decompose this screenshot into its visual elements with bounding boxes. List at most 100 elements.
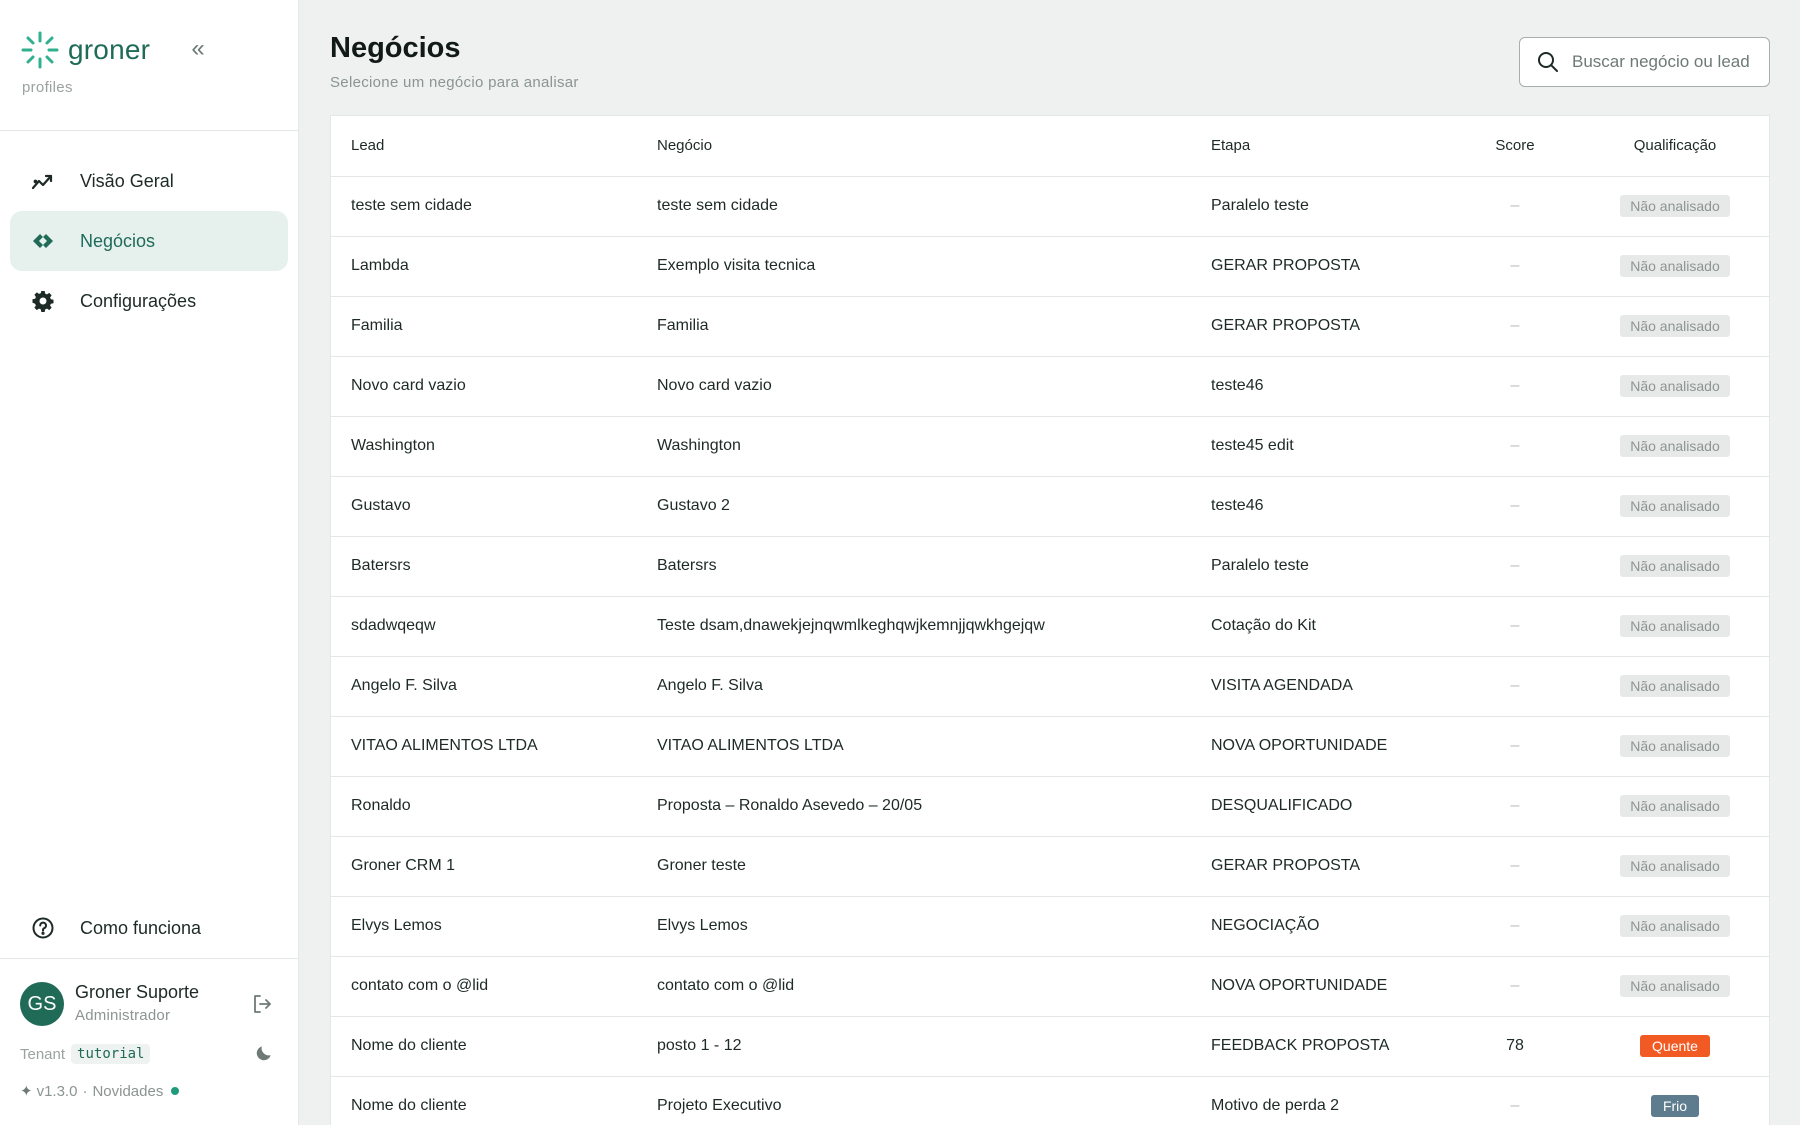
cell-qualificacao: Não analisado [1579,776,1769,837]
cell-negocio: VITAO ALIMENTOS LTDA [657,716,1211,777]
cell-lead: Gustavo [331,476,657,537]
cell-score: – [1451,836,1579,897]
version-separator: · [82,1082,88,1100]
column-header-lead[interactable]: Lead [331,116,657,177]
user-card: GS Groner Suporte Administrador [20,982,280,1028]
news-link[interactable]: Novidades [92,1083,163,1100]
collapse-sidebar-button[interactable]: « [186,34,210,64]
table-row[interactable]: Batersrs Batersrs Paralelo teste – Não anali… [331,536,1769,597]
sidebar-item-como-funciona[interactable]: Como funciona [10,898,288,958]
qualification-badge: Não analisado [1620,675,1730,697]
cell-qualificacao: Não analisado [1579,476,1769,537]
table-row[interactable]: Washington Washington teste45 edit – Não ana… [331,416,1769,477]
cell-qualificacao: Frio [1579,1076,1769,1125]
cell-qualificacao: Quente [1579,1016,1769,1077]
score-value: – [1510,797,1520,814]
qualification-badge: Não analisado [1620,495,1730,517]
logout-icon[interactable] [250,992,274,1016]
cell-etapa: DESQUALIFICADO [1211,776,1451,837]
tenant-label: Tenant [20,1045,66,1063]
brand-name: groner [68,34,151,65]
table-row[interactable]: Novo card vazio Novo card vazio teste46– Nã… [331,356,1769,417]
cell-score: – [1451,716,1579,777]
cell-lead: Novo card vazio [331,356,657,417]
score-value: – [1510,737,1520,754]
sidebar-divider [0,958,299,959]
table-row[interactable]: Familia Familia GERAR PROPOSTA – Não analisa… [331,296,1769,357]
sidebar-item-negocios[interactable]: Negócios [10,211,288,271]
table-row[interactable]: Nome do cliente Projeto Executivo Motivo d… [331,1076,1769,1125]
cell-etapa: teste46 [1211,476,1451,537]
version-info: ✦ v1.3.0 · Novidades [20,1082,180,1100]
table-row[interactable]: Groner CRM 1 Groner teste GERAR PROPOSTA – N… [331,836,1769,897]
cell-qualificacao: Não analisado [1579,896,1769,957]
table-row[interactable]: sdadwqeqw Teste dsam,dnawekjejnqwmlkeghqw… [331,596,1769,657]
cell-qualificacao: Não analisado [1579,296,1769,357]
table-row[interactable]: Elvys Lemos Elvys Lemos NEGOCIAÇÃO – Não ana… [331,896,1769,957]
cell-qualificacao: Não analisado [1579,656,1769,717]
sparkles-icon: ✦ [20,1083,33,1100]
cell-qualificacao: Não analisado [1579,836,1769,897]
column-header-score[interactable]: Score [1451,116,1579,177]
table-row[interactable]: VITAO ALIMENTOS LTDA VITAO ALIMENTOS LTDA… [331,716,1769,777]
cell-lead: Washington [331,416,657,477]
moon-icon[interactable] [254,1043,274,1063]
score-value: – [1510,1097,1520,1114]
cell-etapa: NOVA OPORTUNIDADE [1211,716,1451,777]
cell-score: – [1451,176,1579,237]
cell-lead: Nome do cliente [331,1076,657,1125]
score-value: 78 [1506,1037,1524,1054]
cell-negocio: posto 1 - 12 [657,1016,1211,1077]
score-value: – [1510,497,1520,514]
cell-negocio: Novo card vazio [657,356,1211,417]
cell-negocio: teste sem cidade [657,176,1211,237]
sidebar-item-configuracoes[interactable]: Configurações [10,271,288,331]
cell-negocio: Teste dsam,dnawekjejnqwmlkeghqwjkemnjjqw… [657,596,1211,657]
cell-lead: Elvys Lemos [331,896,657,957]
search-input[interactable] [1572,52,1757,72]
avatar[interactable]: GS [20,982,64,1026]
table-row[interactable]: Lambda Exemplo visita tecnica GERAR PROPOS… [331,236,1769,297]
table-row[interactable]: contato com o @lid contato com o @lid NOVA… [331,956,1769,1017]
tenant-info: Tenant tutorial [20,1044,151,1064]
cell-score: – [1451,536,1579,597]
search-box[interactable] [1519,37,1770,87]
cell-qualificacao: Não analisado [1579,716,1769,777]
table-row[interactable]: Nome do cliente posto 1 - 12 FEEDBACK PROP… [331,1016,1769,1077]
score-value: – [1510,617,1520,634]
table-header-row: Lead Negócio Etapa Score Qualificação [331,116,1769,177]
score-value: – [1510,197,1520,214]
column-header-qualificacao[interactable]: Qualificação [1579,116,1769,177]
table-row[interactable]: Angelo F. Silva Angelo F. Silva VISITA AGE… [331,656,1769,717]
score-value: – [1510,677,1520,694]
cell-qualificacao: Não analisado [1579,236,1769,297]
handshake-icon [30,228,56,254]
table-row[interactable]: teste sem cidade teste sem cidade Paralelo… [331,176,1769,237]
score-value: – [1510,977,1520,994]
brand[interactable]: groner [20,28,150,72]
cell-etapa: NOVA OPORTUNIDADE [1211,956,1451,1017]
help-nav: Como funciona [10,898,288,958]
column-header-etapa[interactable]: Etapa [1211,116,1451,177]
sidebar-nav: Visão Geral Negócios Configurações [10,151,288,331]
cell-negocio: Gustavo 2 [657,476,1211,537]
table-row[interactable]: Ronaldo Proposta – Ronaldo Asevedo – 20/0… [331,776,1769,837]
cell-score: – [1451,296,1579,357]
help-circle-icon [30,915,56,941]
qualification-badge: Não analisado [1620,315,1730,337]
cell-negocio: Exemplo visita tecnica [657,236,1211,297]
brand-subtitle: profiles [22,79,73,96]
cell-score: – [1451,476,1579,537]
qualification-badge: Frio [1650,1095,1700,1117]
sidebar-item-visao-geral[interactable]: Visão Geral [10,151,288,211]
cell-qualificacao: Não analisado [1579,596,1769,657]
cell-qualificacao: Não analisado [1579,416,1769,477]
user-role: Administrador [75,1007,171,1024]
cell-lead: VITAO ALIMENTOS LTDA [331,716,657,777]
cell-qualificacao: Não analisado [1579,956,1769,1017]
qualification-badge: Não analisado [1620,195,1730,217]
search-icon [1538,52,1558,72]
table-row[interactable]: Gustavo Gustavo 2 teste46 – Não analisado [331,476,1769,537]
column-header-negocio[interactable]: Negócio [657,116,1211,177]
page-subtitle: Selecione um negócio para analisar [330,74,579,91]
